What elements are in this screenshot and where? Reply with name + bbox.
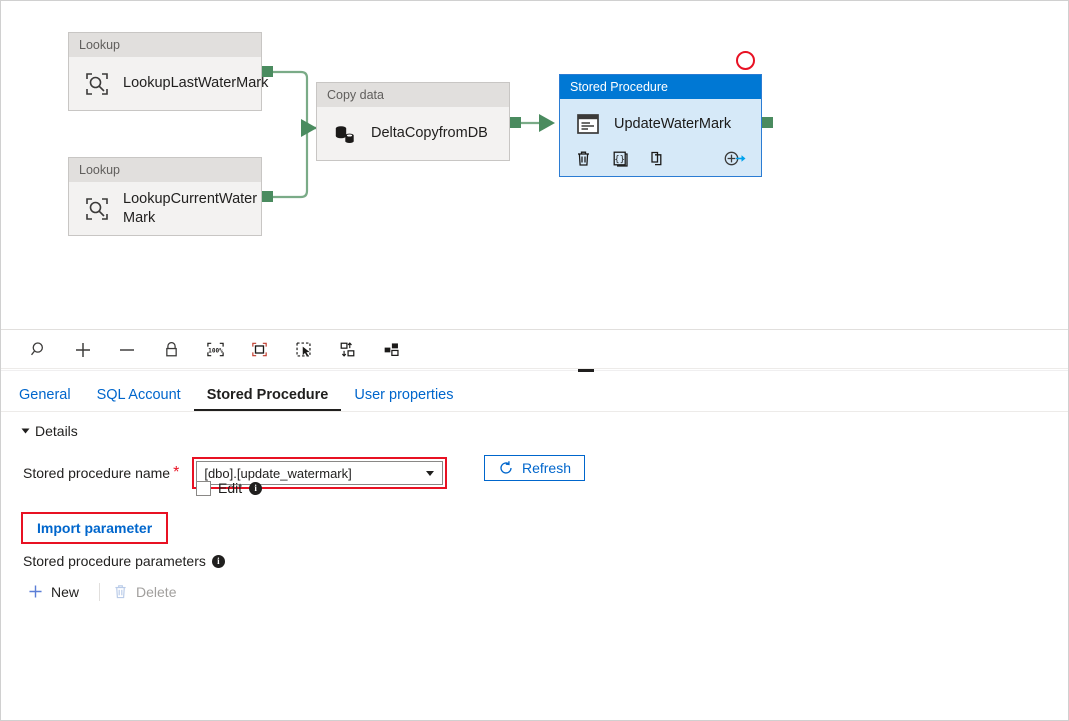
output-port[interactable] [762,117,773,128]
zoom-100-icon[interactable]: 100% [193,332,237,368]
stored-procedure-panel: Details Stored procedure name * [dbo].[u… [1,413,1068,720]
divider [99,582,101,601]
add-output-icon[interactable] [723,149,747,168]
stored-procedure-name-label: Stored procedure name [23,465,171,481]
details-section-header[interactable]: Details [1,413,1068,439]
node-action-bar: {} [560,149,761,176]
node-name: LookupCurrentWater Mark [123,190,258,226]
properties-tabs: General SQL Account Stored Procedure Use… [1,376,1068,412]
delete-icon[interactable] [574,149,593,168]
panel-collapse-handle[interactable] [578,369,594,372]
import-parameter-annotation: Import parameter [21,512,169,544]
activity-node-lookup-current[interactable]: Lookup LookupCurrentWater Mark [68,157,262,236]
plus-icon [29,585,42,598]
search-icon[interactable] [17,332,61,368]
node-type-label: Stored Procedure [560,75,761,99]
delete-parameter-button[interactable]: Delete [108,579,188,604]
node-type-label: Copy data [317,83,509,107]
select-icon[interactable] [281,332,325,368]
parameters-title: Stored procedure parameters [23,553,206,569]
zoom-in-icon[interactable] [61,332,105,368]
canvas-toolbar: 100% [1,331,1068,369]
fit-to-screen-icon[interactable] [237,332,281,368]
edit-label: Edit [218,480,243,496]
layout-icon[interactable] [369,332,413,368]
tab-stored-procedure[interactable]: Stored Procedure [193,387,342,411]
lock-icon[interactable] [149,332,193,368]
refresh-button[interactable]: Refresh [484,455,585,481]
node-type-label: Lookup [69,158,261,182]
new-parameter-button[interactable]: New [23,579,91,604]
tab-sql-account[interactable]: SQL Account [84,387,194,411]
import-parameter-button[interactable]: Import parameter [25,516,165,540]
zoom-out-icon[interactable] [105,332,149,368]
info-icon[interactable]: i [249,481,263,495]
red-circle-annotation [736,51,755,70]
panel-divider [1,370,1068,371]
node-name: LookupLastWaterMark [123,75,269,91]
stored-procedure-name-value: [dbo].[update_watermark] [204,465,352,481]
refresh-label: Refresh [521,460,572,476]
adf-pipeline-editor: Lookup LookupLastWaterMark Lookup Lookup… [0,0,1069,721]
new-label: New [51,583,80,600]
svg-text:100%: 100% [208,348,223,355]
code-icon[interactable]: {} [611,149,630,168]
activity-node-lookup-last[interactable]: Lookup LookupLastWaterMark [68,32,268,111]
activity-node-stored-procedure[interactable]: Stored Procedure UpdateWaterMark {} [559,74,762,177]
required-marker: * [173,464,180,481]
trash-icon [115,585,126,599]
copy-data-icon [331,120,359,148]
tab-general[interactable]: General [19,387,84,411]
lookup-icon [83,70,111,98]
node-name: UpdateWaterMark [614,115,732,132]
output-port[interactable] [262,66,273,77]
clone-icon[interactable] [648,149,667,168]
auto-align-icon[interactable] [325,332,369,368]
pipeline-canvas[interactable]: Lookup LookupLastWaterMark Lookup Lookup… [1,1,1068,330]
activity-node-copy-data[interactable]: Copy data DeltaCopyfromDB [316,82,510,161]
tab-user-properties[interactable]: User properties [341,387,466,411]
svg-text:{}: {} [614,155,625,165]
delete-label: Delete [136,583,177,600]
edit-checkbox[interactable] [196,480,211,496]
parameters-command-bar: New Delete [23,579,188,604]
chevron-down-icon [21,428,30,434]
refresh-icon [500,461,512,474]
lookup-icon [83,195,111,223]
node-name: DeltaCopyfromDB [371,125,488,141]
output-port[interactable] [510,117,521,128]
details-label: Details [35,423,78,439]
chevron-down-icon [426,470,435,476]
info-icon[interactable]: i [211,554,225,568]
edit-checkbox-row: Edit i [196,480,263,496]
node-type-label: Lookup [69,33,261,57]
output-port[interactable] [262,191,273,202]
stored-procedure-icon [574,110,602,138]
parameters-section-label: Stored procedure parameters i [23,553,225,569]
